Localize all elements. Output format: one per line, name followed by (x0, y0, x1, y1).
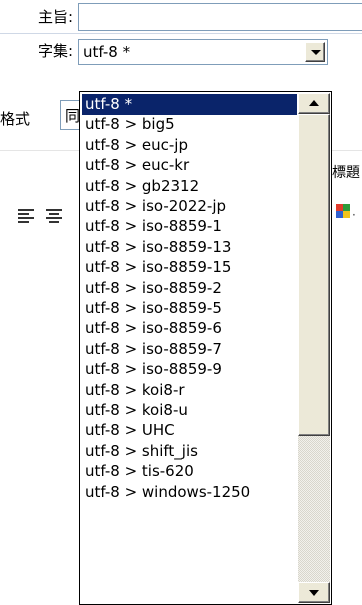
charset-option[interactable]: utf-8 > shift_jis (82, 441, 297, 462)
charset-option[interactable]: utf-8 > iso-8859-2 (82, 278, 297, 299)
align-left-icon[interactable] (18, 209, 34, 223)
arrow-up-icon[interactable] (298, 93, 330, 114)
charset-option[interactable]: utf-8 > iso-2022-jp (82, 196, 297, 217)
subject-label: 主旨: (37, 8, 73, 26)
charset-dropdown-list[interactable]: utf-8 * utf-8 > big5 utf-8 > euc-jp utf-8 >… (79, 91, 332, 605)
charset-option[interactable]: utf-8 > iso-8859-9 (82, 359, 297, 380)
charset-option[interactable]: utf-8 > iso-8859-1 (82, 216, 297, 237)
charset-option[interactable]: utf-8 > iso-8859-6 (82, 318, 297, 339)
charset-option[interactable]: utf-8 > windows-1250 (82, 482, 297, 503)
scroll-thumb[interactable] (298, 114, 330, 436)
format-label: 格式 (0, 110, 31, 128)
charset-option[interactable]: utf-8 > euc-kr (82, 155, 297, 176)
charset-option[interactable]: utf-8 > tis-620 (82, 461, 297, 482)
text-color-icon[interactable] (336, 204, 350, 218)
chevron-down-icon[interactable] (305, 42, 325, 62)
charset-option[interactable]: utf-8 > big5 (82, 114, 297, 135)
charset-selected-value: utf-8 * (83, 43, 131, 61)
scrollbar[interactable] (298, 93, 330, 603)
charset-option[interactable]: utf-8 * (82, 94, 297, 115)
charset-option[interactable]: utf-8 > euc-jp (82, 135, 297, 156)
charset-option[interactable]: utf-8 > iso-8859-5 (82, 298, 297, 319)
arrow-down-icon[interactable] (298, 582, 330, 603)
charset-option[interactable]: utf-8 > iso-8859-15 (82, 257, 297, 278)
charset-option[interactable]: utf-8 > iso-8859-13 (82, 237, 297, 258)
color-dropdown-fragment[interactable]: · (352, 208, 356, 222)
charset-select[interactable]: utf-8 * (78, 39, 328, 65)
subject-input[interactable] (78, 3, 362, 31)
subject-row: 主旨: (0, 0, 362, 34)
header-label: 標題 (332, 165, 360, 181)
charset-row: 字集: utf-8 * (0, 34, 362, 68)
charset-option[interactable]: utf-8 > iso-8859-7 (82, 339, 297, 360)
charset-option[interactable]: utf-8 > gb2312 (82, 176, 297, 197)
charset-option[interactable]: utf-8 > UHC (82, 420, 297, 441)
align-center-icon[interactable] (46, 209, 62, 223)
charset-option[interactable]: utf-8 > koi8-r (82, 380, 297, 401)
charset-option[interactable]: utf-8 > koi8-u (82, 400, 297, 421)
charset-label: 字集: (37, 42, 73, 60)
